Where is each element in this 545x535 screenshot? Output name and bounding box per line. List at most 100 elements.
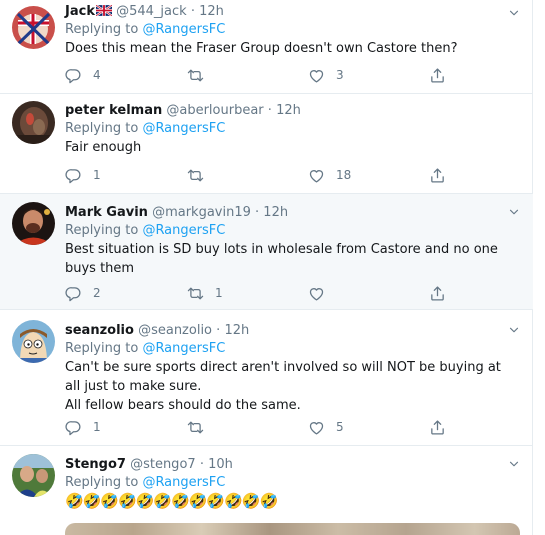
timestamp[interactable]: 12h [276,103,301,118]
chevron-down-icon[interactable] [507,457,521,471]
tweet-stengo7[interactable]: Stengo7 @stengo7 · 10h Replying to @Rang… [0,446,533,535]
reply-button[interactable]: 2 [65,284,101,302]
tweet-mark-gavin[interactable]: Mark Gavin @markgavin19 · 12h Replying t… [0,194,533,310]
retweet-button[interactable] [187,418,215,436]
author-handle[interactable]: @aberlourbear [166,103,263,118]
tweet-text-line: Can't be sure sports direct aren't invol… [65,360,501,394]
mention-link[interactable]: @RangersFC [142,223,225,238]
uk-flag-icon [95,5,112,16]
reply-icon [65,167,82,184]
like-button[interactable]: 5 [308,418,344,436]
heart-icon [308,419,325,436]
replying-to: Replying to @RangersFC [65,340,509,357]
share-button[interactable] [429,66,446,84]
author-name[interactable]: Mark Gavin [65,205,148,220]
reply-button[interactable]: 1 [65,418,101,436]
tweet-peter-kelman[interactable]: peter kelman @aberlourbear · 12h Replyin… [0,94,533,194]
reply-count: 4 [93,68,101,82]
share-button[interactable] [429,418,446,436]
retweet-icon [187,67,204,84]
tweet-actions: 1 18 [65,166,475,184]
replying-to-label: Replying to [65,475,139,490]
author-handle[interactable]: @seanzolio [138,323,212,338]
author-handle[interactable]: @544_jack [116,4,187,19]
avatar[interactable] [12,320,55,363]
replying-to-label: Replying to [65,223,139,238]
tweet-text: Can't be sure sports direct aren't invol… [65,358,509,415]
reply-count: 2 [93,286,101,300]
replying-to-label: Replying to [65,22,139,37]
author-name[interactable]: peter kelman [65,103,162,118]
heart-icon [308,67,325,84]
author-handle[interactable]: @markgavin19 [152,205,251,220]
author-name[interactable]: Stengo7 [65,457,126,472]
avatar[interactable] [12,454,55,497]
separator: · [190,4,195,19]
replying-to: Replying to @RangersFC [65,21,509,38]
replying-to-label: Replying to [65,341,139,356]
chevron-down-icon[interactable] [507,323,521,337]
tweet-actions: 1 5 [65,418,475,436]
chevron-down-icon[interactable] [507,205,521,219]
retweet-icon [187,285,204,302]
retweet-icon [187,167,204,184]
like-count: 5 [336,420,344,434]
retweet-count: 1 [215,286,223,300]
heart-icon [308,167,325,184]
tweet-actions: 4 3 [65,66,475,84]
tweet-text: Does this mean the Fraser Group doesn't … [65,41,458,56]
tweet-jack[interactable]: Jack @544_jack · 12h Replying to @Ranger… [0,0,533,94]
reply-button[interactable]: 4 [65,66,101,84]
tweet-seanzolio[interactable]: seanzolio @seanzolio · 12h Replying to @… [0,310,533,446]
mention-link[interactable]: @RangersFC [142,475,225,490]
reply-icon [65,419,82,436]
like-button[interactable]: 18 [308,166,351,184]
reply-count: 1 [93,420,101,434]
mention-link[interactable]: @RangersFC [142,22,225,37]
tweet-media-image[interactable] [65,523,520,535]
share-icon [429,67,446,84]
share-icon [429,419,446,436]
separator: · [216,323,221,338]
share-button[interactable] [429,284,446,302]
tweet-text: Best situation is SD buy lots in wholesa… [65,242,498,276]
avatar[interactable] [12,6,55,49]
author-name[interactable]: seanzolio [65,323,134,338]
timestamp[interactable]: 12h [263,205,288,220]
mention-link[interactable]: @RangersFC [142,341,225,356]
replying-to: Replying to @RangersFC [65,474,509,491]
author-name[interactable]: Jack [65,4,95,19]
author-handle[interactable]: @stengo7 [130,457,196,472]
separator: · [255,205,260,220]
avatar[interactable] [12,202,55,245]
retweet-icon [187,419,204,436]
mention-link[interactable]: @RangersFC [142,121,225,136]
share-icon [429,285,446,302]
share-button[interactable] [429,166,446,184]
like-button[interactable]: 3 [308,66,344,84]
timestamp[interactable]: 12h [199,4,224,19]
timestamp[interactable]: 10h [208,457,233,472]
retweet-button[interactable] [187,166,215,184]
scrollbar[interactable] [533,0,545,535]
reply-count: 1 [93,168,101,182]
retweet-button[interactable]: 1 [187,284,223,302]
retweet-button[interactable] [187,66,215,84]
like-button[interactable] [308,284,336,302]
heart-icon [308,285,325,302]
timestamp[interactable]: 12h [224,323,249,338]
separator: · [199,457,204,472]
separator: · [267,103,272,118]
chevron-down-icon[interactable] [507,6,521,20]
reply-button[interactable]: 1 [65,166,101,184]
like-count: 18 [336,168,352,182]
tweet-actions: 2 1 [65,284,475,302]
tweet-text-line: All fellow bears should do the same. [65,398,301,413]
avatar[interactable] [12,101,55,144]
replying-to: Replying to @RangersFC [65,120,509,137]
tweet-text: Fair enough [65,140,142,155]
replying-to-label: Replying to [65,121,139,136]
tweet-text: 🤣🤣🤣🤣🤣🤣🤣🤣🤣🤣🤣🤣 [65,492,278,510]
reply-icon [65,67,82,84]
share-icon [429,167,446,184]
